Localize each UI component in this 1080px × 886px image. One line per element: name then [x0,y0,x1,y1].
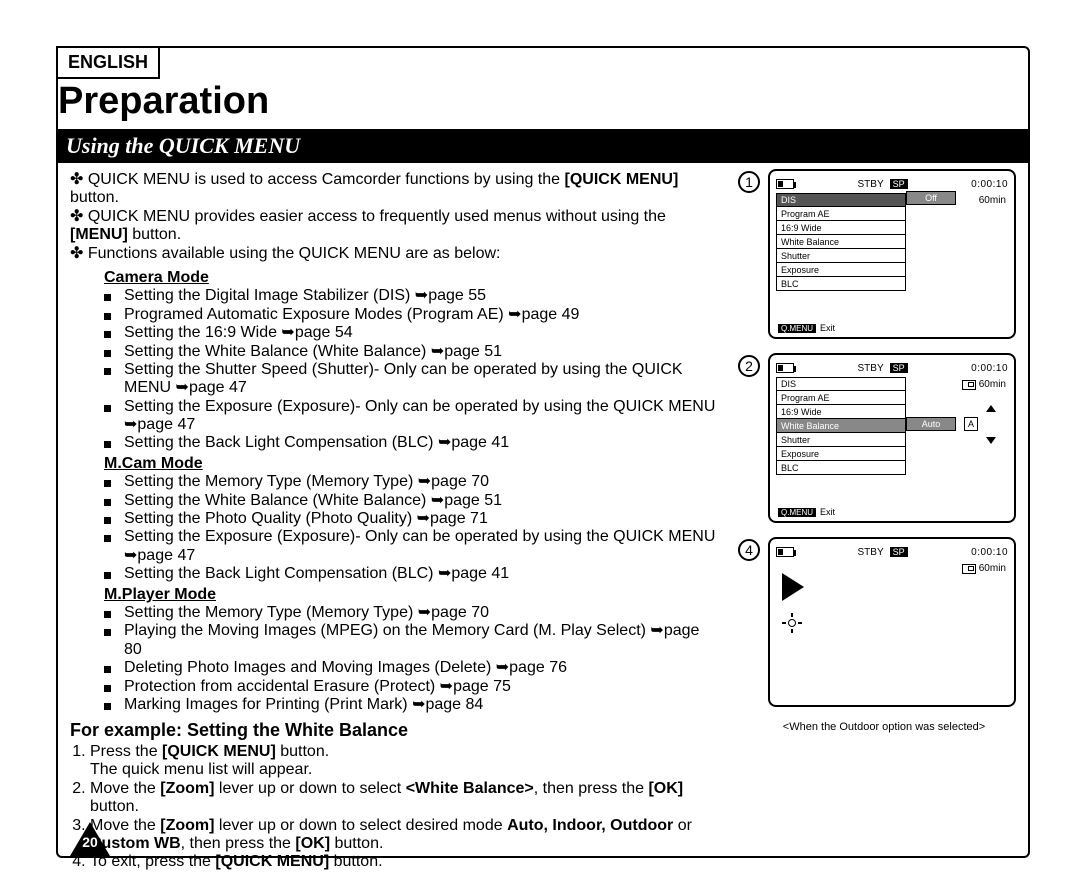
lcd-screen-1: STBY SP 0:00:10 60min DIS Program AE 16:… [768,169,1016,339]
menu-item: Shutter [776,249,906,263]
sp-badge: SP [890,547,908,557]
exit-label: Exit [820,507,835,517]
qmenu-badge: Q.MENU [778,508,816,517]
menu-item: Program AE [776,391,906,405]
list-item: Setting the Back Light Compensation (BLC… [104,565,720,583]
intro-list: QUICK MENU is used to access Camcorder f… [56,171,720,263]
mode-camera-list: Setting the Digital Image Stabilizer (DI… [56,287,720,453]
arrow-down-icon [986,437,996,444]
intro-item: QUICK MENU provides easier access to fre… [70,208,720,245]
step: To exit, press the [QUICK MENU] button. [90,853,720,871]
mode-mcam-label: M.Cam Mode [104,455,720,473]
language-badge: ENGLISH [56,46,160,79]
mode-mplayer-list: Setting the Memory Type (Memory Type) ➥p… [56,604,720,714]
menu-item: Program AE [776,207,906,221]
stby-label: STBY [858,547,884,558]
figure-number-1: 1 [738,171,760,193]
menu-item: Exposure [776,263,906,277]
menu-item: Exposure [776,447,906,461]
step: Press the [QUICK MENU] button.The quick … [90,743,720,780]
list-item: Setting the Back Light Compensation (BLC… [104,434,720,452]
stby-label: STBY [858,363,884,374]
menu-value-a: A [964,417,978,431]
mode-mcam-list: Setting the Memory Type (Memory Type) ➥p… [56,473,720,583]
main-text: QUICK MENU is used to access Camcorder f… [56,169,720,872]
list-item: Setting the Digital Image Stabilizer (DI… [104,287,720,305]
figure-number-4: 4 [738,539,760,561]
section-heading: Using the QUICK MENU [56,129,1030,163]
step: Move the [Zoom] lever up or down to sele… [90,817,720,854]
page-title: Preparation [58,80,1030,123]
card-icon [962,380,976,390]
menu-item: 16:9 Wide [776,221,906,235]
card-icon [962,564,976,574]
list-item: Setting the 16:9 Wide ➥page 54 [104,324,720,342]
remaining-label: 60min [979,563,1006,574]
outdoor-sun-icon [784,615,800,631]
list-item: Setting the Exposure (Exposure)- Only ca… [104,528,720,565]
menu-item: BLC [776,277,906,291]
menu-item-selected: White Balance [776,419,906,433]
example-heading: For example: Setting the White Balance [70,720,720,741]
lcd-screen-2: STBY SP 0:00:10 60min DIS Program AE 16:… [768,353,1016,523]
sp-badge: SP [890,363,908,373]
list-item: Playing the Moving Images (MPEG) on the … [104,622,720,659]
menu-item: 16:9 Wide [776,405,906,419]
menu-item: BLC [776,461,906,475]
remaining-label: 60min [979,195,1006,206]
menu-item: DIS [776,377,906,391]
list-item: Setting the Shutter Speed (Shutter)- Onl… [104,361,720,398]
battery-icon [776,179,794,189]
list-item: Deleting Photo Images and Moving Images … [104,659,720,677]
example-steps: Press the [QUICK MENU] button.The quick … [70,743,720,872]
elapsed-time: 0:00:10 [971,363,1008,374]
mode-camera-label: Camera Mode [104,269,720,287]
mode-mplayer-label: M.Player Mode [104,586,720,604]
menu-item: White Balance [776,235,906,249]
list-item: Marking Images for Printing (Print Mark)… [104,696,720,714]
arrow-up-icon [986,405,996,412]
list-item: Setting the Photo Quality (Photo Quality… [104,510,720,528]
list-item: Setting the White Balance (White Balance… [104,492,720,510]
figures-column: 1 STBY SP 0:00:10 60min DIS [738,169,1030,872]
figure-caption: <When the Outdoor option was selected> [738,721,1030,733]
menu-item: Shutter [776,433,906,447]
play-icon [782,573,804,601]
elapsed-time: 0:00:10 [971,179,1008,190]
battery-icon [776,547,794,557]
list-item: Protection from accidental Erasure (Prot… [104,678,720,696]
menu-value-off: Off [906,191,956,205]
step: Move the [Zoom] lever up or down to sele… [90,780,720,817]
list-item: Setting the Memory Type (Memory Type) ➥p… [104,473,720,491]
battery-icon [776,363,794,373]
page-number: 20 [70,822,110,856]
list-item: Programed Automatic Exposure Modes (Prog… [104,306,720,324]
menu-item-dis: DIS [776,193,906,207]
stby-label: STBY [858,179,884,190]
remaining-label: 60min [979,379,1006,390]
elapsed-time: 0:00:10 [971,547,1008,558]
lcd-screen-4: STBY SP 0:00:10 60min [768,537,1016,707]
intro-item: Functions available using the QUICK MENU… [70,245,720,263]
menu-value-auto: Auto [906,417,956,431]
figure-number-2: 2 [738,355,760,377]
qmenu-badge: Q.MENU [778,324,816,333]
intro-item: QUICK MENU is used to access Camcorder f… [70,171,720,208]
list-item: Setting the White Balance (White Balance… [104,343,720,361]
sp-badge: SP [890,179,908,189]
list-item: Setting the Exposure (Exposure)- Only ca… [104,398,720,435]
exit-label: Exit [820,323,835,333]
list-item: Setting the Memory Type (Memory Type) ➥p… [104,604,720,622]
